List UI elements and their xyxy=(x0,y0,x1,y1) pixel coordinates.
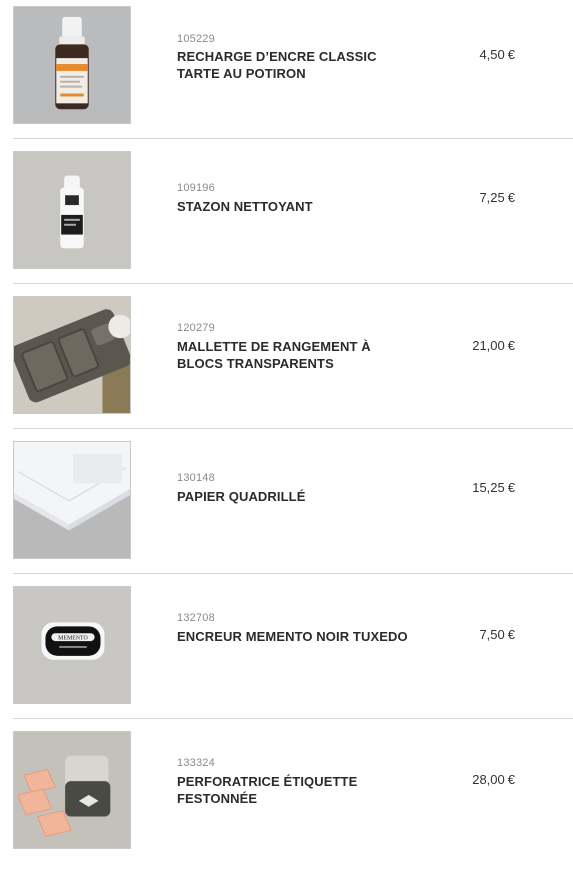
product-list: 105229 RECHARGE D’ENCRE CLASSIC TARTE AU… xyxy=(0,0,573,860)
product-price: 15,25 € xyxy=(472,480,515,495)
product-image[interactable] xyxy=(13,731,131,849)
product-image[interactable] xyxy=(13,296,131,414)
storage-case-icon xyxy=(14,297,130,413)
product-row[interactable]: MEMENTO 132708 ENCREUR MEMENTO NOIR TUXE… xyxy=(0,580,573,725)
product-sku: 130148 xyxy=(177,472,215,484)
price-amount: 28,00 xyxy=(472,772,505,787)
product-name[interactable]: PAPIER QUADRILLÉ xyxy=(177,488,417,505)
price-amount: 21,00 xyxy=(472,338,505,353)
product-image[interactable] xyxy=(13,151,131,269)
product-price: 7,50 € xyxy=(479,627,515,642)
product-row[interactable]: 109196 STAZON NETTOYANT 7,25 € xyxy=(0,145,573,290)
product-row[interactable]: 105229 RECHARGE D’ENCRE CLASSIC TARTE AU… xyxy=(0,0,573,145)
product-name[interactable]: STAZON NETTOYANT xyxy=(177,198,417,215)
ink-pad-label: MEMENTO xyxy=(58,636,88,642)
ink-refill-bottle-icon xyxy=(14,7,130,123)
row-divider xyxy=(13,718,573,719)
product-row[interactable]: 133324 PERFORATRICE ÉTIQUETTE FESTONNÉE … xyxy=(0,725,573,870)
product-price: 4,50 € xyxy=(479,47,515,62)
product-image[interactable] xyxy=(13,441,131,559)
product-name[interactable]: MALLETTE DE RANGEMENT À BLOCS TRANSPAREN… xyxy=(177,338,417,372)
product-image[interactable] xyxy=(13,6,131,124)
price-currency: € xyxy=(507,47,515,62)
product-name[interactable]: PERFORATRICE ÉTIQUETTE FESTONNÉE xyxy=(177,773,417,807)
row-divider xyxy=(13,573,573,574)
punch-tool-icon xyxy=(14,732,130,848)
row-divider xyxy=(13,428,573,429)
product-price: 7,25 € xyxy=(479,190,515,205)
row-divider xyxy=(13,283,573,284)
cleaner-bottle-icon xyxy=(14,152,130,268)
price-amount: 15,25 xyxy=(472,480,505,495)
product-name[interactable]: RECHARGE D’ENCRE CLASSIC TARTE AU POTIRO… xyxy=(177,48,417,82)
row-divider xyxy=(13,138,573,139)
price-currency: € xyxy=(507,772,515,787)
price-currency: € xyxy=(507,480,515,495)
product-row[interactable]: 120279 MALLETTE DE RANGEMENT À BLOCS TRA… xyxy=(0,290,573,435)
ink-pad-icon: MEMENTO xyxy=(14,587,130,703)
price-currency: € xyxy=(507,338,515,353)
product-image[interactable]: MEMENTO xyxy=(13,586,131,704)
price-amount: 4,50 xyxy=(479,47,505,62)
price-currency: € xyxy=(507,190,515,205)
product-sku: 120279 xyxy=(177,322,215,334)
product-row[interactable]: 130148 PAPIER QUADRILLÉ 15,25 € xyxy=(0,435,573,580)
product-price: 28,00 € xyxy=(472,772,515,787)
product-sku: 132708 xyxy=(177,612,215,624)
product-sku: 109196 xyxy=(177,182,215,194)
product-price: 21,00 € xyxy=(472,338,515,353)
product-sku: 105229 xyxy=(177,33,215,45)
product-name[interactable]: ENCREUR MEMENTO NOIR TUXEDO xyxy=(177,628,417,645)
price-currency: € xyxy=(507,627,515,642)
grid-paper-icon xyxy=(14,442,130,558)
product-sku: 133324 xyxy=(177,757,215,769)
price-amount: 7,50 xyxy=(479,627,505,642)
price-amount: 7,25 xyxy=(479,190,505,205)
